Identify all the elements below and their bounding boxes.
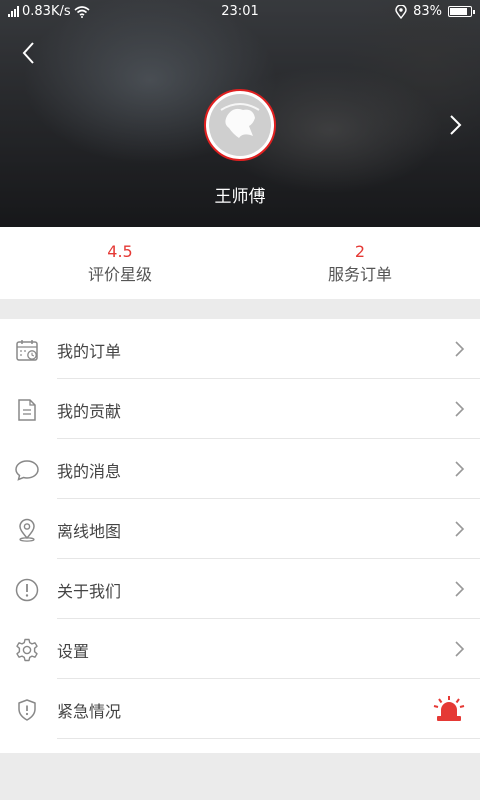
siren-alarm-icon[interactable] bbox=[432, 695, 466, 723]
chevron-right-icon bbox=[455, 401, 465, 417]
avatar-image bbox=[209, 94, 271, 156]
document-icon bbox=[18, 399, 36, 421]
calendar-icon bbox=[16, 340, 38, 361]
menu-item-label: 我的贡献 bbox=[57, 402, 122, 421]
avatar[interactable] bbox=[204, 89, 276, 161]
gear-icon bbox=[16, 638, 38, 662]
status-bar: 0.83K/s 23:01 83% bbox=[0, 0, 480, 24]
orders-value: 2 bbox=[354, 242, 366, 261]
chat-bubble-icon bbox=[15, 460, 39, 481]
chevron-right-icon bbox=[455, 341, 465, 357]
location-status-icon bbox=[395, 4, 407, 19]
menu-item-settings[interactable]: 设置 bbox=[0, 619, 480, 679]
orders-label: 服务订单 bbox=[327, 265, 392, 284]
chevron-right-icon bbox=[455, 461, 465, 477]
menu-item-my-orders[interactable]: 我的订单 bbox=[0, 319, 480, 379]
chevron-right-icon bbox=[455, 581, 465, 597]
menu-item-offline-map[interactable]: 离线地图 bbox=[0, 499, 480, 559]
stats-panel: 4.5 评价星级 2 服务订单 bbox=[0, 227, 480, 299]
profile-header: 0.83K/s 23:01 83% 王师傅 bbox=[0, 0, 480, 227]
divider bbox=[57, 738, 480, 739]
menu-list: 我的订单 我的贡献 我的消息 离线地图 关于我们 设置 紧急情况 bbox=[0, 319, 480, 753]
battery-icon bbox=[448, 6, 475, 17]
menu-item-label: 关于我们 bbox=[57, 582, 122, 601]
menu-item-label: 离线地图 bbox=[57, 522, 122, 541]
location-pin-icon bbox=[19, 518, 35, 542]
status-right: 83% bbox=[395, 4, 475, 19]
menu-item-about-us[interactable]: 关于我们 bbox=[0, 559, 480, 619]
rating-value: 4.5 bbox=[107, 242, 133, 261]
shield-icon bbox=[18, 699, 36, 721]
menu-item-label: 我的消息 bbox=[57, 462, 122, 481]
rating-stat[interactable]: 4.5 评价星级 bbox=[0, 227, 240, 299]
driver-name: 王师傅 bbox=[214, 187, 266, 207]
menu-item-my-contribution[interactable]: 我的贡献 bbox=[0, 379, 480, 439]
chevron-right-icon[interactable] bbox=[442, 112, 468, 138]
exclamation-circle-icon bbox=[15, 578, 39, 602]
battery-percent: 83% bbox=[413, 4, 442, 19]
chevron-right-icon bbox=[455, 641, 465, 657]
chevron-right-icon bbox=[455, 521, 465, 537]
chevron-left-icon[interactable] bbox=[14, 38, 44, 68]
rating-label: 评价星级 bbox=[87, 265, 152, 284]
menu-item-my-messages[interactable]: 我的消息 bbox=[0, 439, 480, 499]
menu-item-label: 设置 bbox=[57, 642, 90, 661]
orders-stat[interactable]: 2 服务订单 bbox=[240, 227, 480, 299]
menu-item-label: 紧急情况 bbox=[57, 702, 122, 721]
menu-item-emergency[interactable]: 紧急情况 bbox=[0, 679, 480, 739]
menu-item-label: 我的订单 bbox=[57, 342, 122, 361]
